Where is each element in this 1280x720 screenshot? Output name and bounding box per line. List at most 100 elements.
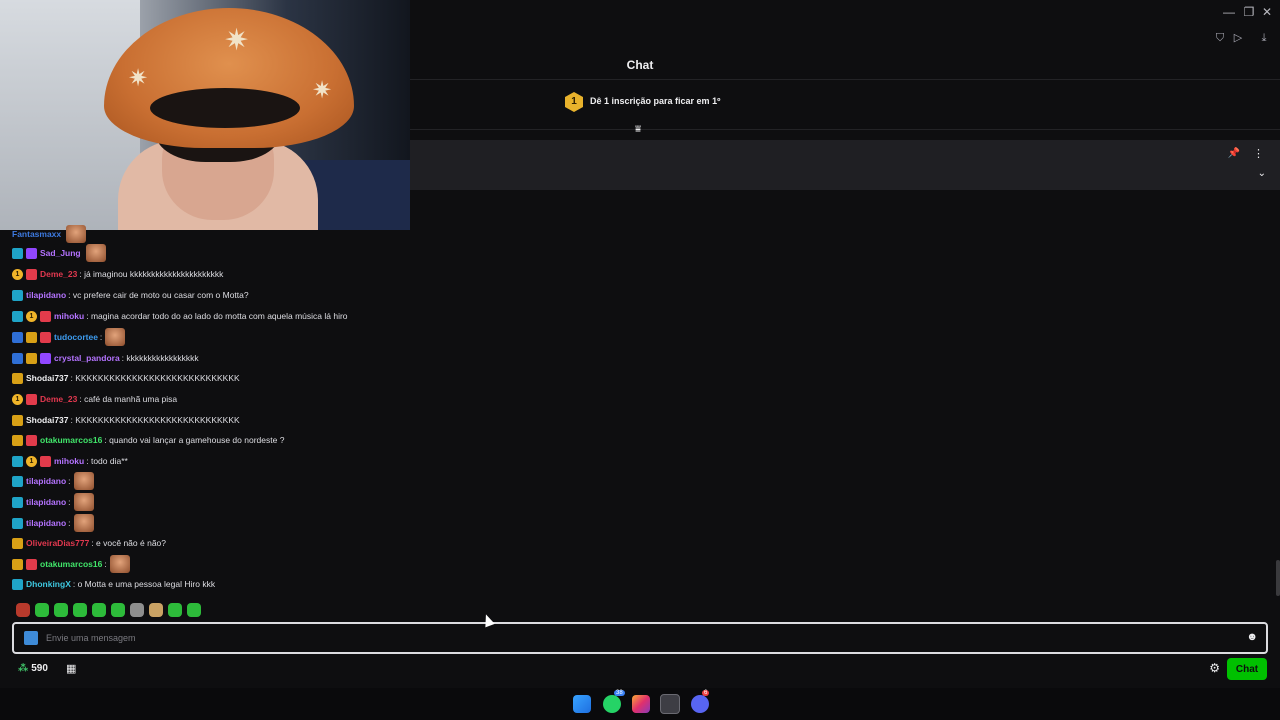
vip-badge-icon[interactable]: [12, 537, 23, 549]
chat-badge-icon[interactable]: [24, 631, 38, 645]
chat-message-text: : café da manhã uma pisa: [79, 394, 178, 404]
num-badge-icon[interactable]: 1: [26, 455, 37, 467]
emote-icon[interactable]: [187, 603, 201, 617]
chat-username[interactable]: crystal_pandora: [54, 353, 120, 363]
chat-input[interactable]: [46, 630, 1226, 646]
num-badge-icon[interactable]: 1: [12, 393, 23, 405]
chat-username[interactable]: otakumarcos16: [40, 559, 102, 569]
num-badge-icon[interactable]: 1: [26, 310, 37, 322]
vip-badge-icon[interactable]: [26, 352, 37, 364]
chat-username[interactable]: tilapidano: [26, 476, 66, 486]
emote-icon[interactable]: [168, 603, 182, 617]
vip-badge-icon[interactable]: [12, 434, 23, 446]
sub-badge-icon[interactable]: [26, 247, 37, 259]
chevron-down-icon[interactable]: ⌄: [1258, 168, 1266, 179]
vip-badge-icon[interactable]: [12, 372, 23, 384]
shield-icon[interactable]: ⛉: [1212, 30, 1228, 46]
prime-badge-icon[interactable]: [12, 247, 23, 259]
chat-emote-icon[interactable]: [85, 244, 106, 262]
prime-badge-icon[interactable]: [12, 578, 23, 590]
chat-username[interactable]: mihoku: [54, 456, 84, 466]
gear-icon[interactable]: ⚙: [1209, 661, 1220, 675]
windows-start-icon[interactable]: [573, 695, 591, 713]
blue-badge-icon[interactable]: [12, 352, 23, 364]
active-app-icon[interactable]: [660, 694, 680, 714]
prime-badge-icon[interactable]: [12, 310, 23, 322]
gift-badge-icon[interactable]: [26, 393, 37, 405]
emoji-icon[interactable]: ☻: [1246, 631, 1258, 643]
gift-badge-icon[interactable]: [26, 434, 37, 446]
chat-username[interactable]: mihoku: [54, 311, 84, 321]
scrollbar[interactable]: [1276, 560, 1280, 596]
more-options-icon[interactable]: ⋮: [1253, 147, 1264, 160]
chat-message-text: : já imaginou kkkkkkkkkkkkkkkkkkkkkk: [79, 269, 224, 279]
chat-username[interactable]: Shodai737: [26, 373, 69, 383]
prime-badge-icon[interactable]: [12, 517, 23, 529]
chat-emote-icon[interactable]: [73, 493, 94, 511]
hat-star-icon: ✷: [312, 77, 333, 104]
whatsapp-icon[interactable]: [603, 695, 621, 713]
chat-username[interactable]: Fantasmaxx: [12, 229, 61, 239]
gift-badge-icon[interactable]: [40, 331, 51, 343]
store-icon[interactable]: ▦: [66, 662, 76, 675]
prime-badge-icon[interactable]: [12, 496, 23, 508]
channel-points[interactable]: ⁂ 590: [18, 663, 48, 674]
instagram-icon[interactable]: [632, 695, 650, 713]
emote-icon[interactable]: [149, 603, 163, 617]
gift-badge-icon[interactable]: [26, 558, 37, 570]
chat-username[interactable]: tilapidano: [26, 497, 66, 507]
chat-send-button[interactable]: Chat: [1227, 658, 1267, 680]
gift-badge-icon[interactable]: [40, 455, 51, 467]
chat-username[interactable]: Sad_Jung: [40, 248, 81, 258]
chat-input-box[interactable]: ☻: [12, 622, 1268, 654]
chat-emote-icon[interactable]: [73, 472, 94, 490]
leaderboard-banner[interactable]: 1 Dê 1 inscrição para ficar em 1º ⩸: [410, 80, 1280, 135]
emote-icon[interactable]: [16, 603, 30, 617]
blue-badge-icon[interactable]: [12, 331, 23, 343]
chat-username[interactable]: OliveiraDias777: [26, 538, 89, 548]
chat-message-text: : e você não é não?: [91, 538, 166, 548]
num-badge-icon[interactable]: 1: [12, 268, 23, 280]
chat-username[interactable]: tilapidano: [26, 518, 66, 528]
vip-badge-icon[interactable]: [12, 558, 23, 570]
emote-icon[interactable]: [130, 603, 144, 617]
chat-emote-icon[interactable]: [66, 225, 87, 243]
chat-message-text: : todo dia**: [86, 456, 128, 466]
vip-badge-icon[interactable]: [12, 414, 23, 426]
prime-badge-icon[interactable]: [12, 455, 23, 467]
chat-message: Sad_Jung: [12, 243, 106, 263]
chat-message: tilapidano:: [12, 471, 94, 491]
chat-username[interactable]: Deme_23: [40, 269, 77, 279]
hat-star-icon: ✷: [224, 24, 250, 57]
prime-badge-icon[interactable]: [12, 289, 23, 301]
chat-username[interactable]: tilapidano: [26, 290, 66, 300]
chat-username[interactable]: Shodai737: [26, 415, 69, 425]
emote-icon[interactable]: [92, 603, 106, 617]
chat-emote-icon[interactable]: [73, 514, 94, 532]
sub-badge-icon[interactable]: [40, 352, 51, 364]
chat-emote-icon[interactable]: [109, 555, 130, 573]
chat-username[interactable]: DhonkingX: [26, 579, 71, 589]
chat-username[interactable]: tudocortee: [54, 332, 98, 342]
pinned-message[interactable]: 📌 ⋮ ⌄: [410, 140, 1280, 190]
minimize-icon[interactable]: —: [1220, 4, 1238, 20]
gift-badge-icon[interactable]: [26, 268, 37, 280]
download-icon[interactable]: ⤓: [1256, 30, 1272, 46]
chat-message: 1 Deme_23: já imaginou kkkkkkkkkkkkkkkkkk…: [12, 264, 223, 284]
close-icon[interactable]: ✕: [1258, 4, 1276, 20]
emote-icon[interactable]: [73, 603, 87, 617]
emote-icon[interactable]: [111, 603, 125, 617]
gift-badge-icon[interactable]: [40, 310, 51, 322]
vip-badge-icon[interactable]: [26, 331, 37, 343]
emote-icon[interactable]: [35, 603, 49, 617]
chat-emote-icon[interactable]: [105, 328, 126, 346]
chat-username[interactable]: otakumarcos16: [40, 435, 102, 445]
discord-icon[interactable]: [691, 695, 709, 713]
prime-badge-icon[interactable]: [12, 475, 23, 487]
send-icon[interactable]: ▷: [1230, 30, 1246, 46]
pin-icon[interactable]: 📌: [1228, 148, 1240, 159]
emote-icon[interactable]: [54, 603, 68, 617]
collapse-icon[interactable]: ⩸: [635, 124, 641, 135]
chat-username[interactable]: Deme_23: [40, 394, 77, 404]
restore-icon[interactable]: ❐: [1240, 4, 1258, 20]
